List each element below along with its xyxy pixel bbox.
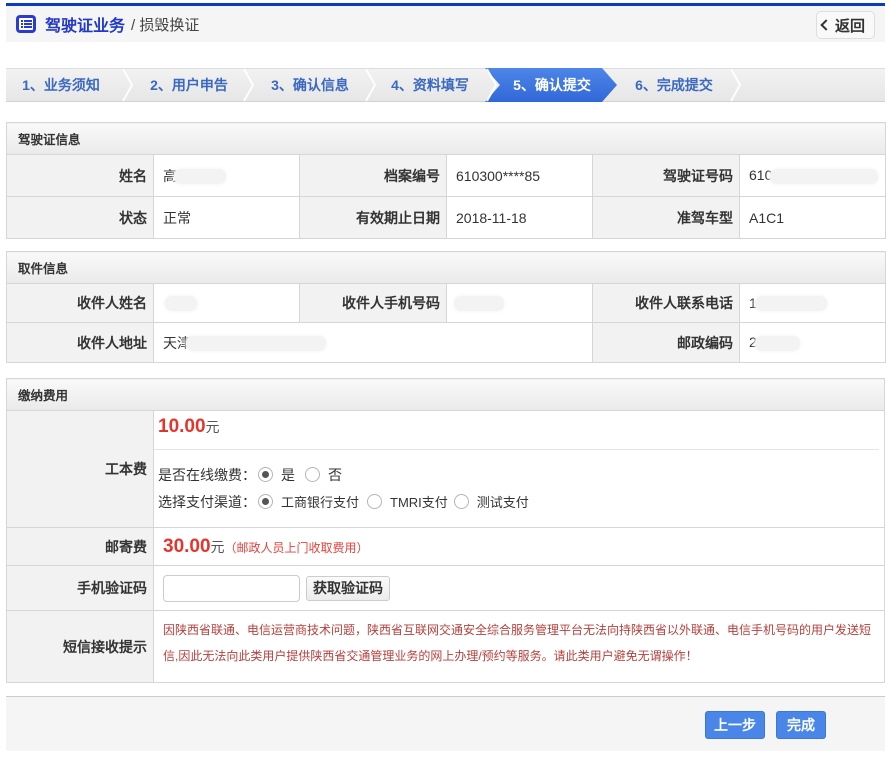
svg-text:1、业务须知: 1、业务须知 [22, 77, 100, 93]
svg-text:5、确认提交: 5、确认提交 [513, 77, 591, 93]
svg-text:6、完成提交: 6、完成提交 [635, 77, 713, 93]
svg-text:2、用户申告: 2、用户申告 [150, 77, 228, 93]
svg-text:4、资料填写: 4、资料填写 [391, 77, 469, 93]
svg-text:3、确认信息: 3、确认信息 [271, 77, 349, 93]
